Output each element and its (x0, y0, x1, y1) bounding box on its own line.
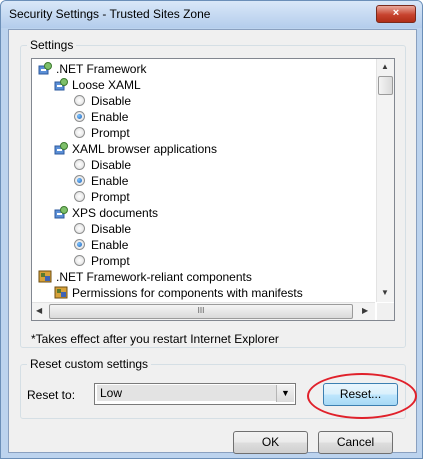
settings-tree-content: .NET Framework Loose XAML Disable Enable Pro… (32, 59, 375, 302)
net-settings-icon (38, 62, 52, 75)
tree-item-label: Disable (91, 94, 132, 108)
dialog-body: Settings .NET Framework Loose XAML Disable… (8, 29, 417, 453)
radio-option[interactable]: Enable (74, 173, 128, 189)
horizontal-scroll-thumb[interactable]: III (49, 304, 353, 319)
settings-tree[interactable]: .NET Framework Loose XAML Disable Enable Pro… (31, 58, 395, 321)
radio-checked-icon[interactable] (74, 175, 85, 187)
vertical-scrollbar[interactable]: ▲ ▼ (376, 59, 394, 302)
tree-item-label: Disable (91, 222, 132, 236)
radio-unchecked-icon[interactable] (74, 127, 85, 139)
net-settings-icon (54, 206, 68, 219)
security-settings-dialog: Security Settings - Trusted Sites Zone ×… (0, 0, 423, 459)
reset-level-dropdown[interactable]: Low ▼ (94, 383, 296, 405)
radio-unchecked-icon[interactable] (74, 191, 85, 203)
close-button[interactable]: × (376, 5, 416, 23)
tree-item-label: Enable (91, 110, 129, 124)
ok-button[interactable]: OK (233, 431, 308, 454)
settings-group-label: Settings (27, 38, 77, 52)
horizontal-scrollbar[interactable]: ◀ III ▶ (32, 302, 375, 320)
net-settings-icon (54, 78, 68, 91)
reset-group-label: Reset custom settings (27, 357, 152, 371)
cancel-button[interactable]: Cancel (318, 431, 393, 454)
reset-button[interactable]: Reset... (323, 383, 398, 406)
tree-setting: Loose XAML (54, 77, 141, 93)
restart-note: *Takes effect after you restart Internet… (31, 332, 279, 346)
tree-item-label: Prompt (91, 254, 130, 268)
radio-option[interactable]: Prompt (74, 125, 130, 141)
tree-item-label: Loose XAML (72, 78, 141, 92)
radio-unchecked-icon[interactable] (74, 95, 85, 107)
scroll-left-arrow-icon[interactable]: ◀ (36, 306, 42, 315)
tree-item-label: Enable (91, 174, 129, 188)
title-bar[interactable]: Security Settings - Trusted Sites Zone × (1, 1, 422, 28)
chevron-down-icon[interactable]: ▼ (276, 385, 294, 402)
radio-option[interactable]: Disable (74, 93, 131, 109)
component-icon (38, 270, 52, 283)
radio-option[interactable]: Enable (74, 109, 128, 125)
tree-item-label: Enable (91, 238, 129, 252)
tree-setting: XAML browser applications (54, 141, 217, 157)
radio-option[interactable]: Disable (74, 221, 131, 237)
radio-option[interactable]: Prompt (74, 253, 130, 269)
reset-level-value: Low (97, 385, 276, 401)
radio-unchecked-icon[interactable] (74, 159, 85, 171)
net-settings-icon (54, 142, 68, 155)
radio-unchecked-icon[interactable] (74, 223, 85, 235)
tree-category: .NET Framework-reliant components (38, 269, 252, 285)
component-icon (54, 286, 68, 299)
radio-option[interactable]: Disable (74, 157, 131, 173)
radio-option[interactable]: Enable (74, 237, 128, 253)
close-icon: × (392, 7, 400, 19)
tree-category: .NET Framework (38, 61, 146, 77)
reset-to-label: Reset to: (27, 388, 76, 402)
tree-setting: XPS documents (54, 205, 158, 221)
tree-item-label: Prompt (91, 126, 130, 140)
tree-setting: Permissions for components with manifest… (54, 285, 303, 301)
vertical-scroll-thumb[interactable] (378, 76, 393, 95)
scroll-down-arrow-icon[interactable]: ▼ (381, 288, 389, 297)
tree-item-label: .NET Framework (56, 62, 147, 76)
tree-item-label: .NET Framework-reliant components (56, 270, 252, 284)
tree-item-label: Permissions for components with manifest… (72, 286, 303, 300)
window-title: Security Settings - Trusted Sites Zone (9, 7, 211, 21)
tree-item-label: XAML browser applications (72, 142, 217, 156)
radio-unchecked-icon[interactable] (74, 255, 85, 267)
radio-option[interactable]: Prompt (74, 189, 130, 205)
scroll-grip-icon: III (197, 306, 205, 315)
scroll-right-arrow-icon[interactable]: ▶ (362, 306, 368, 315)
scrollbar-corner (377, 303, 394, 320)
radio-checked-icon[interactable] (74, 111, 85, 123)
radio-checked-icon[interactable] (74, 239, 85, 251)
tree-item-label: XPS documents (72, 206, 159, 220)
tree-item-label: Prompt (91, 190, 130, 204)
tree-item-label: Disable (91, 158, 132, 172)
scroll-up-arrow-icon[interactable]: ▲ (381, 62, 389, 71)
